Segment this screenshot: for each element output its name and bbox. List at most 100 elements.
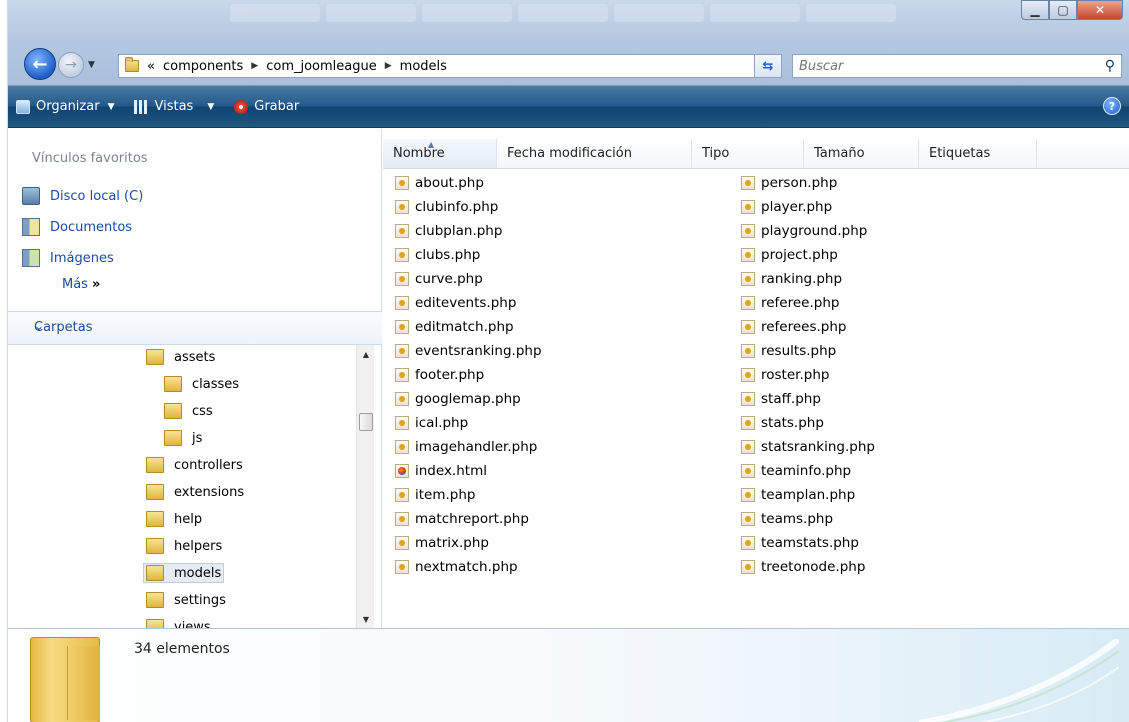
search-input[interactable] — [793, 55, 1083, 77]
organize-menu-button[interactable]: Organizar ▼ — [0, 86, 124, 127]
details-pane: 34 elementos — [8, 628, 1129, 722]
tree-item-help[interactable]: help — [146, 511, 202, 527]
help-icon[interactable]: ? — [1103, 97, 1121, 115]
favorite-pictures[interactable]: Imágenes — [22, 249, 114, 267]
php-file-icon — [741, 368, 755, 382]
list-item[interactable]: stats.php — [741, 415, 824, 431]
tree-item-css[interactable]: css — [164, 403, 213, 419]
scroll-down-icon[interactable]: ▼ — [357, 610, 375, 628]
breadcrumb-components[interactable]: components — [163, 59, 243, 74]
column-header-type[interactable]: Tipo — [692, 139, 804, 168]
list-item[interactable]: ranking.php — [741, 271, 842, 287]
address-bar[interactable]: « components ▶ com_joomleague ▶ models ▼ — [118, 54, 778, 78]
favorite-documents[interactable]: Documentos — [22, 218, 132, 236]
php-file-icon — [395, 368, 409, 382]
list-item[interactable]: item.php — [395, 487, 476, 503]
back-button[interactable]: ← — [24, 48, 56, 80]
list-item[interactable]: playground.php — [741, 223, 867, 239]
list-item[interactable]: statsranking.php — [741, 439, 875, 455]
tree-item-classes[interactable]: classes — [164, 376, 239, 392]
more-links-button[interactable]: Más» — [62, 277, 100, 292]
list-item[interactable]: index.html — [395, 463, 487, 479]
list-item[interactable]: person.php — [741, 175, 837, 191]
list-item[interactable]: teamplan.php — [741, 487, 855, 503]
list-item[interactable]: curve.php — [395, 271, 483, 287]
tree-item-helpers[interactable]: helpers — [146, 538, 222, 554]
favorite-local-disk[interactable]: Disco local (C) — [22, 187, 143, 205]
folder-icon — [146, 484, 164, 500]
tree-item-views[interactable]: views — [146, 619, 211, 628]
list-item[interactable]: teamstats.php — [741, 535, 859, 551]
tree-item-controllers[interactable]: controllers — [146, 457, 243, 473]
list-item[interactable]: imagehandler.php — [395, 439, 537, 455]
folders-header[interactable]: Carpetas ⌄ — [8, 311, 382, 345]
column-header-size[interactable]: Tamaño — [804, 139, 919, 168]
views-menu-button[interactable]: Vistas ▼ — [124, 86, 224, 127]
list-item[interactable]: player.php — [741, 199, 832, 215]
list-item[interactable]: teams.php — [741, 511, 833, 527]
list-item[interactable]: staff.php — [741, 391, 821, 407]
list-item[interactable]: treetonode.php — [741, 559, 865, 575]
list-item[interactable]: about.php — [395, 175, 484, 191]
scrollbar-thumb[interactable] — [359, 413, 373, 431]
list-item[interactable]: googlemap.php — [395, 391, 521, 407]
list-item[interactable]: referees.php — [741, 319, 847, 335]
window-left-border — [0, 0, 8, 722]
breadcrumb-models[interactable]: models — [400, 59, 447, 74]
recent-pages-dropdown[interactable]: ▼ — [88, 60, 95, 70]
column-header-date[interactable]: Fecha modificación — [497, 139, 692, 168]
breadcrumb-overflow[interactable]: « — [147, 59, 155, 74]
scroll-up-icon[interactable]: ▲ — [357, 345, 375, 363]
window-controls: ▁ ▢ ✕ — [1021, 0, 1123, 20]
list-item[interactable]: clubinfo.php — [395, 199, 498, 215]
list-item[interactable]: ical.php — [395, 415, 468, 431]
list-item[interactable]: clubplan.php — [395, 223, 502, 239]
list-item[interactable]: teaminfo.php — [741, 463, 851, 479]
folder-icon — [146, 511, 164, 527]
breadcrumb-com-joomleague[interactable]: com_joomleague — [266, 59, 377, 74]
forward-button[interactable]: → — [58, 52, 84, 78]
column-header-name[interactable]: ▲ Nombre — [383, 139, 497, 168]
breadcrumb-separator-icon[interactable]: ▶ — [385, 61, 392, 71]
maximize-button[interactable]: ▢ — [1049, 0, 1077, 20]
list-item[interactable]: footer.php — [395, 367, 484, 383]
file-name: results.php — [761, 343, 837, 359]
list-item[interactable]: matrix.php — [395, 535, 489, 551]
list-item[interactable]: roster.php — [741, 367, 829, 383]
tree-item-assets[interactable]: assets — [146, 349, 215, 365]
refresh-button[interactable]: ⇆ — [754, 54, 782, 78]
close-button[interactable]: ✕ — [1077, 0, 1123, 20]
list-item[interactable]: eventsranking.php — [395, 343, 542, 359]
list-item[interactable]: clubs.php — [395, 247, 480, 263]
minimize-button[interactable]: ▁ — [1021, 0, 1049, 20]
chevron-down-icon[interactable]: ⌄ — [34, 319, 372, 333]
tree-item-models[interactable]: models — [143, 563, 225, 583]
list-item[interactable]: matchreport.php — [395, 511, 529, 527]
folder-icon — [146, 619, 164, 628]
tree-scrollbar[interactable]: ▲ ▼ — [356, 345, 374, 628]
tree-item-extensions[interactable]: extensions — [146, 484, 244, 500]
tree-item-label: classes — [192, 376, 240, 392]
minimize-icon: ▁ — [1030, 3, 1040, 17]
file-name: matrix.php — [415, 535, 489, 551]
php-file-icon — [741, 248, 755, 262]
navigation-pane: Vínculos favoritos Disco local (C) Docum… — [0, 129, 382, 628]
favorite-links-header: Vínculos favoritos — [32, 151, 148, 166]
search-icon[interactable]: ⚲ — [1105, 58, 1115, 74]
tree-item-js[interactable]: js — [164, 430, 202, 446]
list-item[interactable]: editevents.php — [395, 295, 516, 311]
php-file-icon — [741, 560, 755, 574]
sort-ascending-icon: ▲ — [428, 140, 435, 149]
php-file-icon — [395, 440, 409, 454]
burn-button[interactable]: Grabar — [224, 86, 309, 127]
breadcrumb-separator-icon[interactable]: ▶ — [251, 61, 258, 71]
list-item[interactable]: nextmatch.php — [395, 559, 518, 575]
column-header-tags[interactable]: Etiquetas — [919, 139, 1037, 168]
tree-item-settings[interactable]: settings — [146, 592, 226, 608]
list-item[interactable]: results.php — [741, 343, 836, 359]
tree-item-label: models — [174, 565, 222, 581]
php-file-icon — [741, 440, 755, 454]
list-item[interactable]: editmatch.php — [395, 319, 514, 335]
list-item[interactable]: referee.php — [741, 295, 839, 311]
list-item[interactable]: project.php — [741, 247, 838, 263]
